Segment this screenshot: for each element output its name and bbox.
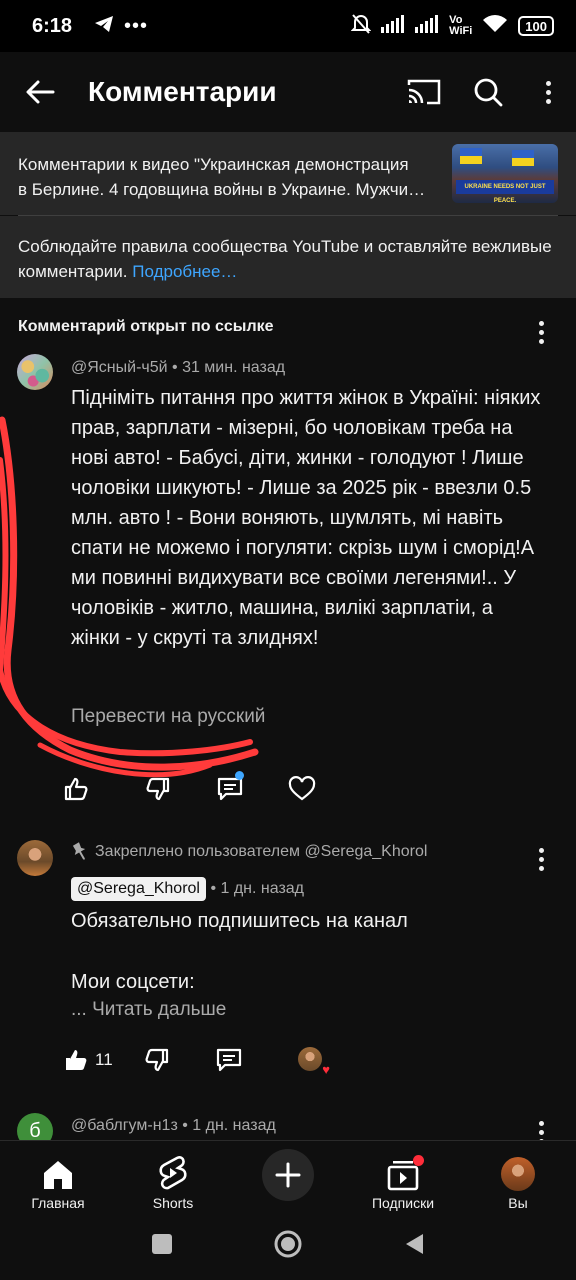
comment-meta[interactable]: @Serega_Khorol • 1 дн. назад	[71, 877, 304, 901]
like-button[interactable]	[58, 771, 94, 807]
system-navigation-bar	[0, 1222, 576, 1280]
signal-icon-2	[415, 14, 439, 38]
pin-icon	[72, 842, 86, 860]
nav-home[interactable]: Главная	[3, 1141, 113, 1223]
comment-menu-button[interactable]	[529, 845, 553, 873]
recents-button[interactable]	[148, 1222, 176, 1266]
back-button[interactable]	[0, 52, 80, 132]
like-button[interactable]: 11	[58, 1042, 113, 1078]
cast-button[interactable]	[392, 52, 456, 132]
mute-bell-icon	[350, 13, 372, 40]
comment-meta[interactable]: @Ясный-ч5й • 31 мин. назад	[71, 359, 285, 377]
comment-time: • 1 дн. назад	[210, 880, 305, 897]
creator-heart-badge: ♥	[298, 1047, 330, 1077]
vowifi-indicator: Vo WiFi	[449, 14, 473, 37]
home-icon	[44, 1161, 72, 1189]
nav-shorts-label: Shorts	[152, 1195, 194, 1211]
back-system-button[interactable]	[400, 1222, 428, 1266]
signal-icon-1	[381, 14, 405, 38]
kebab-icon	[536, 78, 560, 106]
telegram-icon	[94, 15, 114, 38]
more-options-button[interactable]	[520, 52, 576, 132]
shorts-icon	[159, 1156, 187, 1190]
translate-link[interactable]: Перевести на русский	[71, 706, 265, 728]
community-guidelines-notice: Соблюдайте правила сообщества YouTube и …	[0, 216, 576, 298]
search-button[interactable]	[456, 52, 520, 132]
nav-subscriptions-label: Подписки	[371, 1195, 435, 1211]
linked-comment-header: Комментарий открыт по ссылке	[18, 318, 274, 335]
nav-subscriptions[interactable]: Подписки	[348, 1141, 458, 1223]
square-icon	[152, 1234, 172, 1254]
comment-text-line: Обязательно подпишитесь на канал	[71, 910, 408, 932]
nav-home-label: Главная	[31, 1195, 85, 1211]
account-avatar	[501, 1157, 535, 1191]
flag-icon	[512, 150, 534, 166]
thumbnail-banner-text: UKRAINE NEEDS NOT JUST PEACE.	[456, 180, 554, 203]
comment-text-line: Мои соцсети:	[71, 971, 195, 993]
battery-indicator: 100	[518, 16, 554, 36]
subscriptions-badge-dot	[413, 1155, 424, 1166]
learn-more-link[interactable]: Подробнее…	[132, 262, 237, 281]
like-count: 11	[95, 1050, 113, 1069]
arrow-left-icon	[26, 80, 55, 104]
reply-button[interactable]	[211, 1042, 247, 1078]
heart-button[interactable]	[284, 771, 320, 807]
reply-icon	[216, 1048, 241, 1072]
video-title-line2: в Берлине. 4 годовщина войны в Украине. …	[18, 180, 426, 199]
status-time: 6:18	[32, 14, 73, 37]
avatar[interactable]	[17, 840, 53, 876]
pinned-by-text: Закреплено пользователем @Serega_Khorol	[95, 843, 428, 860]
new-reply-dot	[235, 771, 244, 780]
video-info-banner[interactable]: Комментарии к видео "Украинская демонстр…	[0, 132, 576, 215]
circle-icon	[274, 1230, 302, 1258]
cast-icon	[407, 79, 441, 105]
app-bar: Комментарии	[0, 52, 576, 132]
comment-actions: 11	[58, 1042, 247, 1078]
comment-text: Підніміть питання про життя жінок в Укра…	[71, 387, 541, 649]
thumbs-up-icon	[64, 777, 88, 801]
avatar[interactable]	[17, 354, 53, 390]
dislike-button[interactable]	[139, 1042, 175, 1078]
dislike-button[interactable]	[140, 771, 176, 807]
status-bar: 6:18 ••• Vo WiFi 100	[0, 0, 576, 52]
flag-icon	[460, 148, 482, 164]
comment-meta[interactable]: @баблгум-н1з • 1 дн. назад	[71, 1117, 276, 1135]
plus-icon	[275, 1162, 301, 1188]
home-system-button[interactable]	[270, 1222, 306, 1266]
triangle-back-icon	[406, 1234, 423, 1254]
nav-shorts[interactable]: Shorts	[118, 1141, 228, 1223]
thumbs-down-icon	[145, 1048, 168, 1072]
read-more-link[interactable]: ... Читать дальше	[71, 999, 226, 1021]
more-notifications-icon: •••	[124, 14, 149, 37]
pinned-label: Закреплено пользователем @Serega_Khorol	[71, 842, 427, 862]
nav-you-label: Вы	[508, 1195, 528, 1211]
red-heart-icon: ♥	[322, 1062, 330, 1077]
creator-avatar	[298, 1047, 322, 1071]
video-thumbnail[interactable]: UKRAINE NEEDS NOT JUST PEACE.	[452, 144, 558, 203]
nav-you[interactable]: Вы	[463, 1141, 573, 1223]
video-title-line1: Комментарии к видео "Украинская демонстр…	[18, 155, 409, 174]
page-title: Комментарии	[88, 76, 277, 107]
linked-comment-menu-button[interactable]	[529, 318, 553, 346]
guidelines-text: Соблюдайте правила сообщества YouTube и …	[18, 237, 552, 281]
reply-button[interactable]	[212, 771, 248, 807]
wifi-icon	[482, 14, 508, 39]
thumbs-down-icon	[146, 777, 170, 801]
channel-handle-chip[interactable]: @Serega_Khorol	[71, 877, 206, 901]
comment-actions	[58, 771, 320, 807]
thumbs-up-filled-icon	[66, 1050, 87, 1070]
search-icon	[474, 78, 503, 107]
create-button[interactable]	[262, 1149, 314, 1201]
heart-icon	[288, 776, 316, 801]
